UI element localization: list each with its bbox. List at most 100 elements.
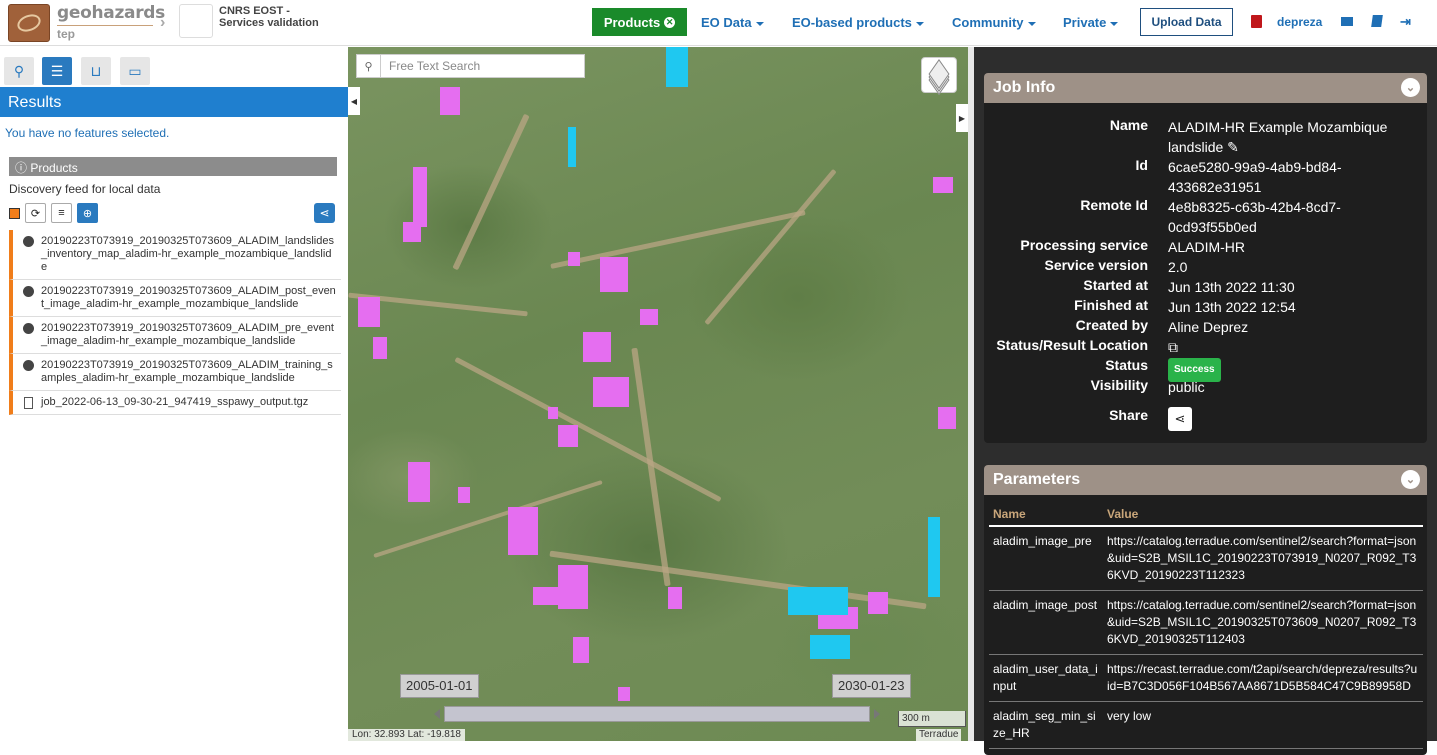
share-icon[interactable]: ⋖ [314,203,335,223]
param-name: aladim_user_data_input [989,654,1103,702]
slider-left-handle[interactable] [434,709,440,719]
nav-eo-products[interactable]: EO-based products [792,15,924,30]
landslide-patch [868,592,888,614]
chevron-down-icon[interactable]: ⌄ [1401,78,1420,97]
date-start-label: 2005-01-01 [400,674,479,698]
add-to-basket-icon[interactable]: ⊕ [77,203,98,223]
slider-right-handle[interactable] [874,709,880,719]
user-menu[interactable]: depreza [1277,15,1322,29]
search-icon[interactable]: ⚲ [357,55,381,77]
map-attribution[interactable]: Terradue [916,729,962,741]
close-circle-icon[interactable]: ✕ [664,16,676,28]
scale-bar: 300 m [898,711,966,727]
col-name-header: Name [989,503,1103,527]
chevron-down-icon[interactable]: ⌄ [1401,470,1420,489]
version-label: Service version [1044,257,1148,273]
panel-splitter[interactable] [968,47,974,741]
water-patch [928,517,940,597]
landslide-patch [600,257,628,292]
param-name: aladim_seg_min_size_HR [989,701,1103,749]
map-view[interactable]: ◀ ▶ ⚲ 2005-01-01 2030-01-23 300 m Lon: 3… [348,47,968,741]
job-info-header[interactable]: Job Info ⌄ [984,73,1427,103]
file-icon [24,397,33,409]
list-item[interactable]: job_2022-06-13_09-30-21_947419_sspawy_ou… [9,391,341,415]
param-value: https://catalog.terradue.com/sentinel2/s… [1103,590,1423,655]
map-road [550,210,806,269]
caret-down-icon [755,21,764,26]
landslide-patch [573,637,589,663]
list-view-icon[interactable]: ≡ [51,203,72,223]
finished-value: Jun 13th 2022 12:54 [1168,299,1296,315]
landslide-patch [558,565,588,609]
search-icon[interactable]: ⚲ [4,57,34,85]
archive-icon[interactable]: ▭ [120,57,150,85]
layers-icon[interactable] [921,57,957,95]
landslide-patch [583,332,611,362]
upload-data-button[interactable]: Upload Data [1140,8,1233,36]
info-icon: ⓘ [15,161,31,175]
service-value: ALADIM-HR [1168,239,1246,255]
top-navbar: geohazards tep › CNRS EOST - Services va… [0,0,1437,46]
landslide-patch [358,297,380,327]
left-panel: ⚲ ☰ ⊔ ▭ Results You have no features sel… [0,47,348,741]
pencil-icon[interactable]: ✎ [1227,139,1239,155]
landslide-patch [548,407,558,419]
job-id-label: Id [1135,157,1148,173]
free-text-search-input[interactable] [381,59,581,73]
share-icon[interactable]: ⋖ [1168,407,1192,431]
nav-products-button[interactable]: Products ✕ [592,8,687,36]
list-icon[interactable]: ☰ [42,57,72,85]
refresh-icon[interactable]: ⟳ [25,203,46,223]
landslide-patch [413,167,427,227]
col-value-header: Value [1103,503,1423,527]
landslide-patch [440,87,460,115]
collapse-right-panel-button[interactable]: ▶ [956,104,968,132]
landslide-patch [593,377,629,407]
result-list: 20190223T073919_20190325T073609_ALADIM_l… [9,230,341,415]
table-row: aladim_user_data_input https://recast.ter… [989,654,1423,702]
brand-sub: tep [57,27,75,41]
community-logo[interactable] [179,4,213,38]
list-item[interactable]: 20190223T073919_20190325T073609_ALADIM_l… [9,230,341,280]
time-slider[interactable] [444,706,870,722]
nav-community[interactable]: Community [952,15,1036,30]
started-label: Started at [1083,277,1148,293]
list-item-label: 20190223T073919_20190325T073609_ALADIM_l… [41,235,334,273]
list-item[interactable]: 20190223T073919_20190325T073609_ALADIM_t… [9,354,341,391]
feed-color-swatch[interactable] [9,207,20,219]
list-item[interactable]: 20190223T073919_20190325T073609_ALADIM_p… [9,280,341,317]
book-icon[interactable] [1251,15,1262,28]
logout-icon[interactable]: ⇥ [1400,14,1411,30]
feed-toolbar: ⟳ ≡ ⊕ [9,203,98,223]
nav-eo-products-label: EO-based products [792,15,912,30]
water-patch [568,127,576,167]
mail-icon[interactable] [1341,17,1353,26]
products-header[interactable]: ⓘ Products [9,157,337,176]
geohazards-logo-icon[interactable] [8,4,50,42]
list-item-label: job_2022-06-13_09-30-21_947419_sspawy_ou… [41,396,309,408]
nav-private[interactable]: Private [1063,15,1119,30]
water-patch [788,587,848,615]
community-name[interactable]: CNRS EOST - Services validation [219,5,329,29]
basket-icon[interactable]: ⊔ [81,57,111,85]
list-item-label: 20190223T073919_20190325T073609_ALADIM_p… [41,322,334,347]
list-item[interactable]: 20190223T073919_20190325T073609_ALADIM_p… [9,317,341,354]
nav-private-label: Private [1063,15,1107,30]
parameters-header[interactable]: Parameters ⌄ [984,465,1427,495]
globe-icon [23,360,34,371]
collapse-left-panel-button[interactable]: ◀ [348,87,360,115]
table-row: aladim_image_post https://catalog.terradu… [989,590,1423,655]
landslide-patch [568,252,580,266]
brand-name[interactable]: geohazards [57,3,165,23]
results-title: Results [0,87,348,117]
created-label: Created by [1075,317,1148,333]
external-link-icon[interactable]: ⧉ [1168,337,1427,357]
nav-eo-data[interactable]: EO Data [701,15,764,30]
location-label: Status/Result Location [996,337,1148,353]
nav-products-label: Products [603,14,661,30]
landslide-patch [668,587,682,609]
parameters-panel: Parameters ⌄ Name Value aladim_image_pre… [984,465,1427,755]
documentation-icon[interactable] [1371,15,1383,27]
globe-icon [23,236,34,247]
job-id-value: 6cae5280-99a9-4ab9-bd84-433682e31951 [1168,159,1342,195]
